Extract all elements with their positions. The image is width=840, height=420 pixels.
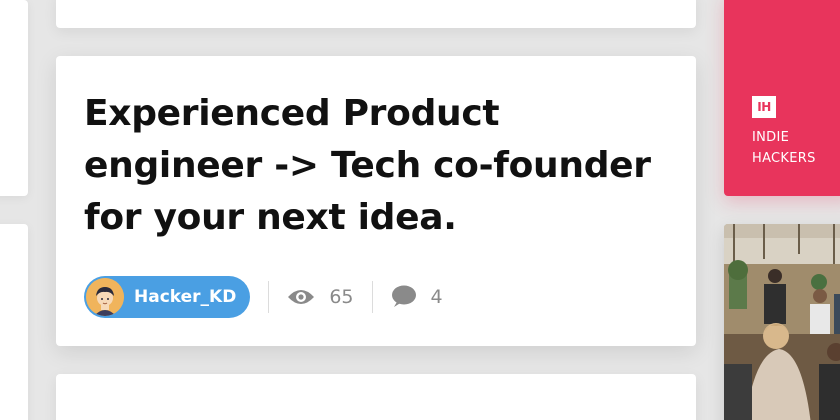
author-name: Hacker_KD — [134, 287, 237, 307]
indie-hackers-card[interactable]: IH INDIE HACKERS — [724, 0, 840, 196]
partial-post-card-below[interactable] — [56, 374, 696, 420]
post-card[interactable]: Experienced Product engineer -> Tech co-… — [56, 56, 696, 346]
avatar — [86, 278, 124, 316]
post-meta-row: Hacker_KD 65 4 — [84, 276, 443, 318]
divider — [268, 281, 270, 313]
partial-card-left-bottom — [0, 224, 28, 420]
indie-hackers-label-line1: INDIE — [752, 130, 790, 145]
comment-bubble-icon — [391, 285, 416, 307]
eye-icon — [288, 290, 315, 304]
views-stat: 65 — [287, 286, 354, 308]
indie-hackers-logo: IH — [752, 96, 776, 118]
divider — [371, 281, 373, 313]
cafe-photo-image — [724, 224, 840, 420]
author-link[interactable]: Hacker_KD — [84, 276, 251, 318]
views-count: 65 — [329, 286, 354, 308]
comments-stat[interactable]: 4 — [391, 285, 443, 309]
post-title[interactable]: Experienced Product engineer -> Tech co-… — [84, 88, 664, 244]
indie-hackers-label-line2: HACKERS — [752, 151, 816, 166]
partial-card-left-top — [0, 0, 28, 196]
partial-post-card-above[interactable] — [56, 0, 696, 28]
cafe-photo-card[interactable] — [724, 224, 840, 420]
comments-count: 4 — [430, 286, 443, 308]
